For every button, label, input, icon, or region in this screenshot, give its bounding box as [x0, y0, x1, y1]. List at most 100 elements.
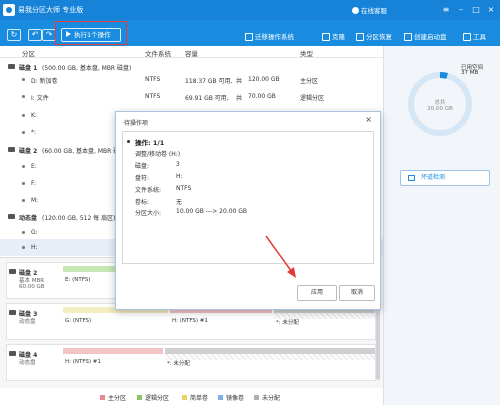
- bullet-icon: [22, 231, 25, 234]
- disk-icon: [8, 214, 15, 219]
- bootable-media-button[interactable]: 创建启动盘: [404, 31, 447, 41]
- bootable-media-label: 创建启动盘: [414, 33, 447, 41]
- disk-map-sub: 动态盘: [19, 319, 36, 325]
- disk-map-sub: 基本 MBR: [19, 278, 45, 284]
- disk-map-sub: 动态盘: [19, 360, 36, 366]
- partition-free: 69.91 GB 可用,: [185, 95, 229, 102]
- clone-button[interactable]: 克隆: [322, 31, 345, 41]
- col-type: 类型: [300, 50, 313, 58]
- operation-field: 盘符: H:: [135, 173, 183, 182]
- partition-row[interactable]: D: 新加卷 NTFS 118.37 GB 可用, 共 120.00 GB 主分…: [0, 71, 383, 88]
- total-label: 总共: [434, 100, 446, 106]
- legend-label: 未分配: [262, 395, 281, 402]
- field-key: 磁盘:: [135, 163, 150, 170]
- partition-total: 120.00 GB: [248, 76, 280, 83]
- tools-label: 工具: [473, 33, 486, 41]
- disk-icon: [8, 64, 15, 69]
- legend-swatch: [182, 395, 187, 400]
- tools-icon: [463, 33, 471, 41]
- migrate-os-button[interactable]: 迁移操作系统: [245, 31, 294, 41]
- partition-row[interactable]: I: 文件 NTFS 69.91 GB 可用, 共 70.00 GB 逻辑分区: [0, 88, 383, 105]
- dialog-close-icon[interactable]: ×: [365, 115, 372, 124]
- partition-recovery-label: 分区恢复: [366, 33, 392, 41]
- disk-title: 磁盘 2: [19, 148, 38, 155]
- refresh-icon[interactable]: ↻: [7, 29, 21, 41]
- partition-share: 共: [236, 78, 243, 85]
- field-key: 分区大小:: [135, 210, 162, 217]
- maximize-icon[interactable]: □: [470, 4, 482, 16]
- disk-map-row[interactable]: 磁盘 4 动态盘 H: (NTFS) #1 *: 未分配: [6, 344, 376, 381]
- partition-name: M:: [31, 197, 39, 204]
- used-space-value: 37 MB: [461, 70, 479, 76]
- legend-label: 主分区: [108, 395, 127, 402]
- bullet-icon: [22, 114, 25, 117]
- disk-info: (120.00 GB, 512 每 扇区): [42, 215, 116, 222]
- legend-item: 未分配: [254, 393, 280, 402]
- legend-label: 简单卷: [190, 395, 209, 402]
- segment-label: *: 未分配: [167, 361, 190, 367]
- field-value: NTFS: [176, 185, 192, 192]
- field-value: H:: [176, 173, 183, 180]
- segment-label: H: (NTFS) #1: [172, 318, 208, 324]
- redo-icon[interactable]: ↷: [42, 29, 56, 41]
- partition-name: H:: [31, 244, 38, 251]
- operation-field: 文件系统: NTFS: [135, 185, 191, 194]
- operation-field: 卷标: 无: [135, 197, 182, 206]
- field-key: 文件系统:: [135, 187, 162, 194]
- segment-label: *: 未分配: [276, 320, 299, 326]
- support-link[interactable]: 在线客服: [352, 5, 387, 15]
- partition-name: *:: [31, 129, 37, 136]
- col-fs: 文件系统: [145, 50, 171, 58]
- operation-description: 调整/移动卷 (H:): [135, 151, 181, 158]
- legend-label: 镜像卷: [226, 395, 245, 402]
- partition-free: 118.37 GB 可用,: [185, 78, 233, 85]
- col-partition: 分区: [22, 50, 35, 58]
- legend-swatch: [100, 395, 105, 400]
- legend-item: 逻辑分区: [137, 393, 169, 402]
- disk-map-segment[interactable]: H: (NTFS) #1: [170, 307, 272, 337]
- disk-map-segment[interactable]: *: 未分配: [274, 307, 375, 337]
- partition-list-header: 分区 文件系统 容量 类型: [0, 46, 383, 58]
- partition-total: 70.00 GB: [248, 93, 276, 100]
- partition-recovery-button[interactable]: 分区恢复: [356, 31, 392, 41]
- disk-map-segment[interactable]: H: (NTFS) #1: [63, 348, 163, 378]
- support-label: 在线客服: [361, 7, 387, 15]
- disk-map-segment[interactable]: *: 未分配: [165, 348, 375, 378]
- disk-map-segment[interactable]: G: (NTFS): [63, 307, 168, 337]
- menu-icon[interactable]: ≡: [440, 4, 452, 16]
- partition-type: 逻辑分区: [300, 95, 325, 102]
- partition-name: E:: [31, 163, 37, 170]
- operation-field: 磁盘: 3: [135, 161, 180, 170]
- legend-item: 简单卷: [182, 393, 208, 402]
- bootable-media-icon: [404, 33, 412, 41]
- field-key: 卷标:: [135, 199, 150, 206]
- bullet-icon: [22, 131, 25, 134]
- partition-name: F:: [31, 180, 37, 187]
- minimize-icon[interactable]: –: [455, 4, 467, 16]
- bad-sector-check-button[interactable]: 坏道检测: [400, 170, 490, 186]
- bullet-icon: [22, 165, 25, 168]
- tools-button[interactable]: 工具: [463, 31, 486, 41]
- bullet-icon: [22, 182, 25, 185]
- disk-icon: [8, 147, 15, 152]
- undo-icon[interactable]: ↶: [28, 29, 42, 41]
- title-bar: 易我分区大师 专业版 在线客服 ≡ – □ ×: [0, 0, 500, 20]
- apply-button[interactable]: 应用: [297, 285, 337, 301]
- bullet-icon: [127, 140, 130, 143]
- migrate-os-icon: [245, 33, 253, 41]
- cancel-button[interactable]: 取消: [339, 285, 375, 301]
- segment-label: E: (NTFS): [65, 277, 91, 283]
- legend-label: 逻辑分区: [145, 395, 170, 402]
- operation-title: 操作: 1/1: [135, 139, 165, 147]
- dialog-title: 待操作项: [124, 120, 149, 127]
- bullet-icon: [22, 199, 25, 202]
- field-key: 盘符:: [135, 175, 150, 182]
- partition-name: D: 新加卷: [31, 78, 58, 85]
- legend-swatch: [218, 395, 223, 400]
- scrollbar[interactable]: [376, 300, 380, 380]
- partition-fs: NTFS: [145, 76, 161, 83]
- app-title: 易我分区大师 专业版: [18, 6, 84, 14]
- disk-icon: [9, 310, 16, 315]
- disk-map-size: 60.00 GB: [19, 284, 45, 290]
- close-icon[interactable]: ×: [485, 4, 497, 16]
